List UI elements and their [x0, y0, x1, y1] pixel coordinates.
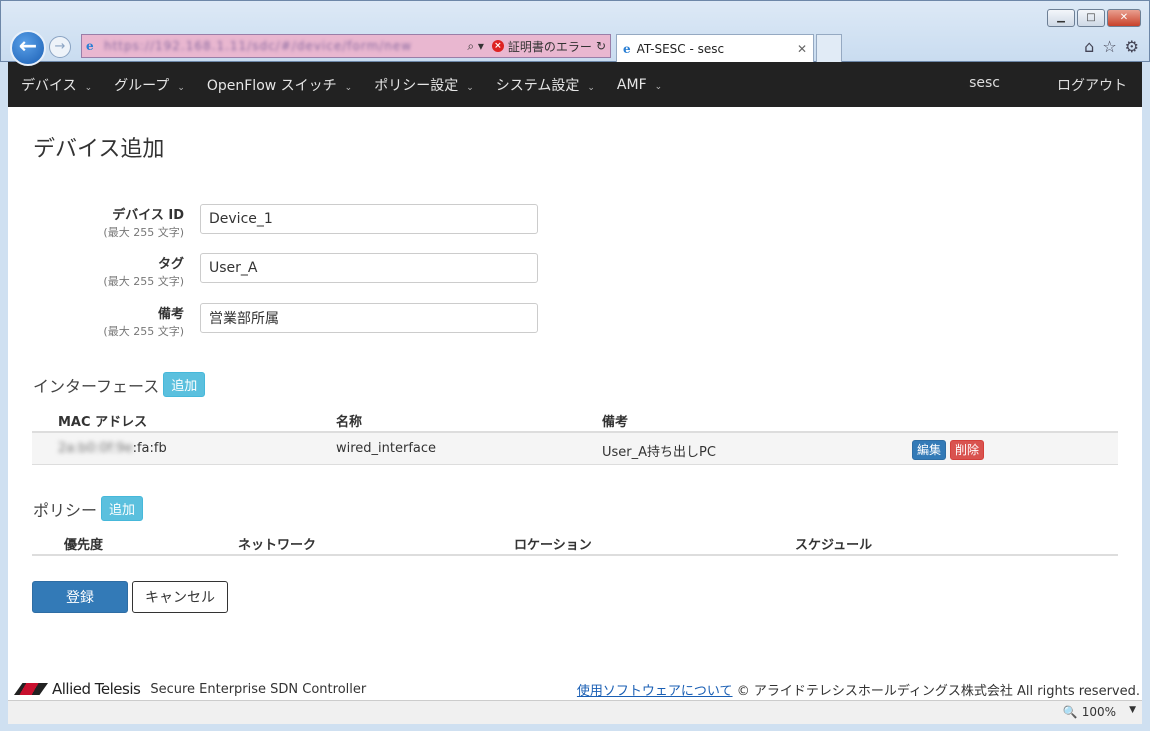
mac-visible-part: :fa:fb — [132, 441, 167, 456]
form-row-note: 備考 (最大 255 文字) — [8, 303, 608, 343]
product-name: Secure Enterprise SDN Controller — [150, 681, 367, 697]
browser-tab[interactable]: e AT-SESC - sesc ✕ — [616, 34, 814, 62]
add-interface-button[interactable]: 追加 — [163, 372, 206, 397]
interfaces-section-header: インターフェース 追加 — [33, 372, 206, 397]
form-row-device-id: デバイス ID (最大 255 文字) — [8, 204, 608, 244]
nav-devices[interactable]: デバイス ⌄ — [8, 75, 101, 95]
nav-openflow-switch[interactable]: OpenFlow スイッチ ⌄ — [194, 75, 361, 95]
ie-tab-icon: e — [623, 41, 631, 56]
zoom-value: 100% — [1081, 705, 1116, 719]
col-network: ネットワーク — [238, 538, 317, 553]
chevron-down-icon: ⌄ — [344, 82, 353, 93]
brand-name: Allied Telesis — [52, 680, 141, 698]
home-icon[interactable]: ⌂ — [1084, 37, 1094, 56]
maximize-button[interactable]: □ — [1077, 9, 1105, 27]
chevron-down-icon: ⌄ — [84, 82, 93, 93]
delete-interface-button[interactable]: 削除 — [950, 440, 985, 460]
refresh-icon[interactable]: ↻ — [596, 39, 606, 53]
new-tab-button[interactable] — [816, 34, 842, 62]
chevron-down-icon: ⌄ — [177, 82, 185, 93]
search-dropdown-icon[interactable]: ⌕ ▾ — [467, 39, 484, 54]
logout-link[interactable]: ログアウト — [1034, 75, 1142, 95]
main-content: デバイス追加 デバイス ID (最大 255 文字) タグ (最大 255 文字… — [8, 107, 1142, 700]
cert-error-label[interactable]: 証明書のエラー — [508, 38, 592, 55]
interface-name-cell: wired_interface — [336, 441, 437, 456]
minimize-button[interactable]: ▁ — [1047, 9, 1075, 27]
chevron-down-icon: ⌄ — [466, 82, 474, 93]
col-mac: MAC アドレス — [58, 415, 148, 430]
logo-mark-icon — [14, 683, 48, 695]
error-icon: × — [491, 40, 504, 52]
tab-title: AT-SESC - sesc — [636, 41, 725, 56]
mac-masked-part: 2a:b0:0f:9e — [58, 441, 133, 456]
nav-system-settings[interactable]: システム設定 ⌄ — [483, 75, 604, 95]
nav-label: システム設定 — [495, 77, 580, 94]
chevron-down-icon: ⌄ — [654, 81, 663, 92]
nav-label: グループ — [114, 77, 170, 94]
forward-button[interactable]: → — [49, 36, 71, 58]
mac-address-cell: 2a:b0:0f:9e:fa:fb — [58, 441, 167, 456]
nav-username: sesc — [969, 74, 1000, 91]
top-navbar: デバイス ⌄ グループ ⌄ OpenFlow スイッチ ⌄ ポリシー設定 ⌄ システム設… — [8, 62, 1142, 107]
form-row-tag: タグ (最大 255 文字) — [8, 253, 608, 293]
ie-logo-icon: e — [86, 39, 94, 53]
allied-telesis-logo: Allied Telesis — [14, 680, 141, 698]
zoom-dropdown-icon[interactable]: ▼ — [1129, 705, 1136, 715]
nav-groups[interactable]: グループ ⌄ — [101, 75, 194, 95]
interface-note-cell: User_A持ち出しPC — [602, 445, 716, 460]
note-input[interactable] — [200, 303, 538, 333]
col-name: 名称 — [336, 415, 363, 430]
note-hint: (最大 255 文字) — [103, 325, 184, 338]
register-button[interactable]: 登録 — [32, 581, 128, 613]
col-location: ロケーション — [514, 538, 592, 553]
table-header: MAC アドレス 名称 備考 — [32, 405, 1118, 433]
back-button[interactable]: ← — [10, 30, 46, 66]
table-row: 2a:b0:0f:9e:fa:fb wired_interface User_A… — [32, 433, 1118, 465]
col-priority: 優先度 — [64, 538, 104, 553]
tag-input[interactable] — [200, 253, 538, 283]
nav-policy-settings[interactable]: ポリシー設定 ⌄ — [361, 75, 483, 95]
favorites-star-icon[interactable]: ☆ — [1102, 37, 1116, 56]
col-schedule: スケジュール — [795, 538, 873, 553]
policies-table: 優先度 ネットワーク ロケーション スケジュール — [32, 528, 1118, 556]
add-policy-button[interactable]: 追加 — [101, 496, 144, 521]
nav-label: デバイス — [21, 77, 77, 94]
col-note: 備考 — [602, 415, 629, 430]
policies-section-header: ポリシー 追加 — [33, 496, 144, 521]
policies-heading: ポリシー — [33, 500, 98, 520]
software-info-link[interactable]: 使用ソフトウェアについて — [577, 684, 733, 699]
address-bar[interactable]: e https://192.168.1.11/sdc/#/device/form… — [81, 34, 611, 58]
interfaces-heading: インターフェース — [33, 376, 160, 396]
window-controls: ▁ □ ✕ — [1047, 9, 1141, 27]
browser-tools: ⌂ ☆ ⚙ — [1084, 37, 1139, 56]
interfaces-table: MAC アドレス 名称 備考 2a:b0:0f:9e:fa:fb wired_i… — [32, 405, 1118, 465]
browser-chrome: ▁ □ ✕ e https://192.168.1.11/sdc/#/devic… — [0, 0, 1150, 62]
note-label: 備考 — [157, 307, 184, 322]
nav-amf[interactable]: AMF ⌄ — [604, 77, 671, 93]
nav-label: ポリシー設定 — [374, 77, 459, 94]
nav-label: OpenFlow スイッチ — [206, 77, 337, 94]
status-bar: 🔍 100% ▼ — [8, 700, 1142, 724]
settings-gear-icon[interactable]: ⚙ — [1125, 37, 1139, 56]
table-header: 優先度 ネットワーク ロケーション スケジュール — [32, 528, 1118, 556]
tag-label: タグ — [157, 257, 184, 272]
zoom-level[interactable]: 🔍 100% — [1063, 705, 1116, 719]
cancel-button[interactable]: キャンセル — [132, 581, 228, 613]
page-title: デバイス追加 — [33, 137, 165, 162]
nav-label: AMF — [616, 76, 647, 93]
tag-hint: (最大 255 文字) — [103, 275, 184, 288]
close-tab-icon[interactable]: ✕ — [797, 42, 807, 56]
device-id-hint: (最大 255 文字) — [103, 226, 184, 239]
device-id-label: デバイス ID — [112, 208, 184, 223]
footer: Allied Telesis Secure Enterprise SDN Con… — [8, 679, 1142, 699]
close-window-button[interactable]: ✕ — [1107, 9, 1141, 27]
edit-interface-button[interactable]: 編集 — [912, 440, 947, 460]
address-url: https://192.168.1.11/sdc/#/device/form/n… — [104, 39, 413, 53]
copyright-text: © アライドテレシスホールディングス株式会社 All rights reserv… — [736, 683, 1140, 699]
device-id-input[interactable] — [200, 204, 538, 234]
chevron-down-icon: ⌄ — [587, 82, 595, 93]
